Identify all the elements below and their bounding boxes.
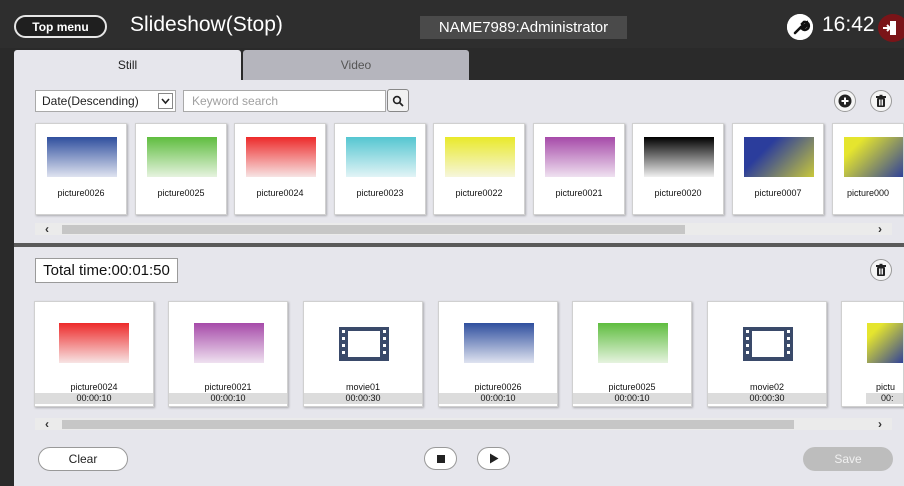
library-item[interactable]: picture0023	[334, 123, 426, 215]
thumbnail-image	[644, 137, 714, 177]
item-label: picture0025	[157, 188, 205, 198]
add-icon[interactable]	[834, 90, 856, 112]
item-label: picture0024	[70, 382, 118, 392]
play-button[interactable]	[477, 447, 510, 470]
item-duration: 00:00:10	[573, 393, 691, 404]
item-label: picture0026	[474, 382, 522, 392]
playlist-item[interactable]: pictu 00:	[841, 301, 904, 407]
playlist-item[interactable]: movie01 00:00:30	[303, 301, 423, 407]
library-item[interactable]: picture000	[832, 123, 904, 215]
item-label: picture0020	[654, 188, 702, 198]
tab-video[interactable]: Video	[243, 50, 469, 80]
clock: 16:42	[822, 13, 875, 36]
item-duration: 00:00:30	[304, 393, 422, 404]
library-item[interactable]: picture0026	[35, 123, 127, 215]
sort-select[interactable]: Date(Descending)	[35, 90, 176, 112]
film-icon	[339, 327, 389, 361]
user-label: NAME7989:Administrator	[420, 16, 627, 39]
stop-button[interactable]	[424, 447, 457, 470]
playlist-item[interactable]: picture0026 00:00:10	[438, 301, 558, 407]
top-menu-button[interactable]: Top menu	[14, 15, 107, 38]
stop-icon	[436, 454, 445, 463]
scroll-right-icon[interactable]: ›	[878, 417, 882, 431]
scroll-left-icon[interactable]: ‹	[45, 417, 49, 431]
playlist-scrollbar[interactable]: ‹ ›	[35, 417, 892, 431]
thumbnail-image	[246, 137, 316, 177]
item-label: movie01	[345, 382, 381, 392]
thumbnail-image	[744, 137, 814, 177]
thumbnail-image	[59, 323, 129, 363]
thumbnail-image	[867, 323, 903, 363]
save-button[interactable]: Save	[803, 447, 893, 471]
thumbnail-image	[598, 323, 668, 363]
item-label: picture000	[847, 188, 890, 198]
playlist-item[interactable]: picture0021 00:00:10	[168, 301, 288, 407]
playlist-item[interactable]: picture0025 00:00:10	[572, 301, 692, 407]
item-label: picture0021	[555, 188, 603, 198]
item-label: picture0026	[57, 188, 105, 198]
scrollbar-thumb[interactable]	[62, 420, 794, 429]
app-header: Top menu Slideshow(Stop) NAME7989:Admini…	[0, 0, 904, 48]
page-title: Slideshow(Stop)	[130, 13, 283, 36]
thumbnail-image	[194, 323, 264, 363]
search-input[interactable]	[183, 90, 386, 112]
thumbnail-image	[346, 137, 416, 177]
library-item[interactable]: picture0024	[234, 123, 326, 215]
item-duration: 00:00:10	[35, 393, 153, 404]
trash-icon[interactable]	[870, 259, 892, 281]
item-label: picture0007	[754, 188, 802, 198]
thumbnail-image	[464, 323, 534, 363]
scroll-right-icon[interactable]: ›	[878, 222, 882, 236]
trash-icon[interactable]	[870, 90, 892, 112]
tab-still[interactable]: Still	[14, 50, 241, 80]
logout-icon[interactable]	[878, 14, 904, 42]
film-icon	[743, 327, 793, 361]
library-item[interactable]: picture0007	[732, 123, 824, 215]
item-duration: 00:00:30	[708, 393, 826, 404]
thumbnail-image	[844, 137, 903, 177]
scrollbar-thumb[interactable]	[62, 225, 685, 234]
scroll-left-icon[interactable]: ‹	[45, 222, 49, 236]
item-label: picture0025	[608, 382, 656, 392]
library-scrollbar[interactable]: ‹ ›	[35, 222, 892, 236]
library-item[interactable]: picture0021	[533, 123, 625, 215]
chevron-down-icon[interactable]	[158, 93, 173, 109]
playlist-item[interactable]: movie02 00:00:30	[707, 301, 827, 407]
item-label: picture0021	[204, 382, 252, 392]
sort-value: Date(Descending)	[42, 94, 139, 108]
item-duration: 00:00:10	[439, 393, 557, 404]
thumbnail-image	[545, 137, 615, 177]
playlist-item[interactable]: picture0024 00:00:10	[34, 301, 154, 407]
library-item[interactable]: picture0020	[632, 123, 724, 215]
item-label: movie02	[749, 382, 785, 392]
search-icon	[392, 95, 404, 107]
wrench-icon[interactable]	[787, 14, 813, 40]
thumbnail-image	[47, 137, 117, 177]
item-duration: 00:	[866, 393, 903, 404]
library-item[interactable]: picture0025	[135, 123, 227, 215]
play-icon	[489, 453, 498, 464]
total-time: Total time:00:01:50	[35, 258, 178, 283]
item-duration: 00:00:10	[169, 393, 287, 404]
thumbnail-image	[445, 137, 515, 177]
item-label: picture0023	[356, 188, 404, 198]
clear-button[interactable]: Clear	[38, 447, 128, 471]
search-button[interactable]	[387, 89, 409, 112]
item-label: picture0022	[455, 188, 503, 198]
thumbnail-image	[147, 137, 217, 177]
library-item[interactable]: picture0022	[433, 123, 525, 215]
item-label: pictu	[876, 382, 896, 392]
item-label: picture0024	[256, 188, 304, 198]
